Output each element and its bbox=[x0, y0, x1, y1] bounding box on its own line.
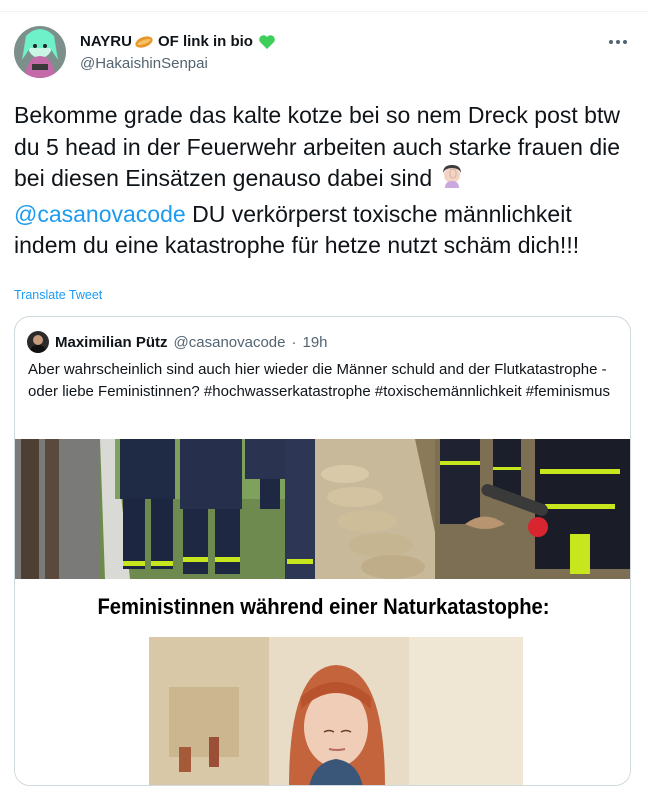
author-handle[interactable]: @HakaishinSenpai bbox=[80, 54, 276, 74]
dorayaki-emoji-icon bbox=[134, 34, 154, 50]
tweet-author-row: NAYRU OF link in bio @HakaishinSenpai bbox=[14, 22, 634, 82]
quoted-author-name: Maximilian Pütz bbox=[55, 333, 168, 351]
quoted-tweet-media[interactable]: Feministinnen während einer Naturkatasto… bbox=[15, 439, 630, 785]
firefighters-photo bbox=[15, 439, 630, 579]
quoted-tweet-header: Maximilian Pütz @casanovacode · 19h bbox=[27, 331, 328, 353]
quoted-tweet-text: Aber wahrscheinlich sind auch hier wiede… bbox=[28, 361, 610, 400]
woman-reading-photo bbox=[149, 637, 523, 785]
green-heart-icon bbox=[258, 34, 276, 50]
quoted-tweet-card[interactable]: Maximilian Pütz @casanovacode · 19h Aber… bbox=[14, 316, 631, 786]
more-options-button[interactable] bbox=[606, 30, 630, 54]
mention-link[interactable]: @casanovacode bbox=[14, 201, 186, 227]
top-divider bbox=[0, 0, 648, 12]
quoted-author-handle: @casanovacode bbox=[173, 333, 286, 351]
author-avatar[interactable] bbox=[14, 26, 66, 78]
author-name-text: NAYRU bbox=[80, 33, 132, 50]
more-horizontal-icon bbox=[609, 40, 627, 44]
header-separator: · bbox=[291, 333, 297, 351]
quoted-tweet-time: 19h bbox=[302, 333, 328, 351]
meme-caption: Feministinnen während einer Naturkatasto… bbox=[97, 594, 550, 619]
tweet-body: Bekomme grade das kalte kotze bei so nem… bbox=[14, 100, 624, 262]
author-name-suffix: OF link in bio bbox=[157, 33, 253, 50]
translate-tweet-link[interactable]: Translate Tweet bbox=[14, 288, 102, 302]
facepalm-emoji-icon bbox=[439, 164, 465, 199]
tweet-text-part-1: Bekomme grade das kalte kotze bei so nem… bbox=[14, 102, 621, 191]
author-display-name[interactable]: NAYRU OF link in bio bbox=[80, 32, 276, 52]
quoted-author-avatar bbox=[27, 331, 49, 353]
